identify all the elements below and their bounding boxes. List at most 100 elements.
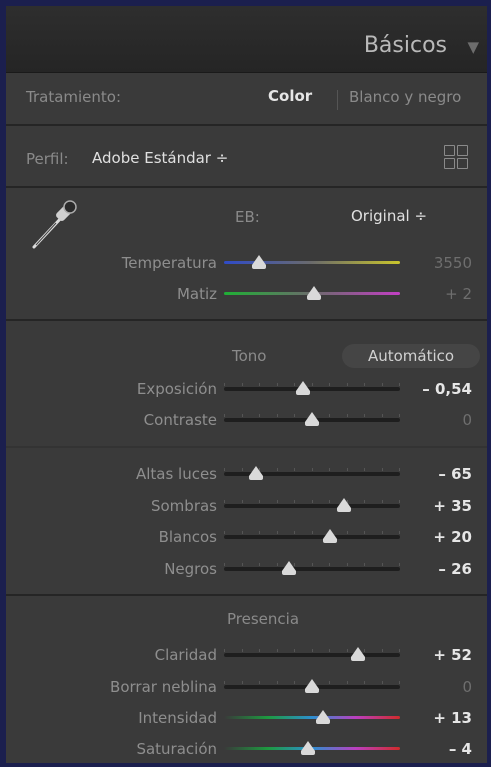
slider-matiz[interactable]: Matiz + 2 — [6, 281, 487, 307]
slider-tick — [364, 563, 365, 566]
section-divider — [6, 124, 487, 126]
profile-browser-grid-icon[interactable] — [444, 145, 468, 169]
vibrance-gradient-track[interactable] — [224, 716, 400, 719]
slider-tick — [329, 649, 330, 652]
slider-borrar-neblina[interactable]: Borrar neblina 0 — [6, 674, 487, 700]
slider-tick — [294, 468, 295, 471]
wb-dropdown[interactable]: Original ÷ — [351, 207, 427, 225]
slider-label: Matiz — [176, 285, 217, 303]
slider-thumb[interactable] — [252, 255, 267, 269]
treatment-color-button[interactable]: Color — [268, 87, 312, 105]
slider-tick — [399, 468, 400, 471]
slider-value[interactable]: + 13 — [412, 709, 472, 727]
slider-label: Exposición — [136, 380, 217, 398]
slider-tick — [276, 383, 278, 386]
slider-value[interactable]: + 20 — [412, 528, 472, 546]
slider-tick — [224, 500, 225, 503]
slider-thumb[interactable] — [296, 381, 311, 395]
slider-tick — [346, 383, 348, 386]
slider-value[interactable]: – 26 — [412, 560, 472, 578]
slider-blancos[interactable]: Blancos + 20 — [6, 524, 487, 550]
slider-thumb[interactable] — [322, 529, 337, 543]
slider-tick — [311, 531, 313, 534]
slider-tick — [294, 681, 295, 684]
collapse-triangle-icon[interactable]: ▼ — [467, 38, 479, 56]
slider-tick — [311, 383, 313, 386]
slider-thumb[interactable] — [301, 741, 316, 755]
slider-tick — [224, 531, 225, 534]
panel-header[interactable]: Básicos ▼ — [6, 6, 487, 73]
slider-label: Temperatura — [121, 254, 217, 272]
slider-label: Intensidad — [138, 709, 217, 727]
slider-value[interactable]: 3550 — [412, 254, 472, 272]
profile-dropdown[interactable]: Adobe Estándar ÷ — [92, 149, 228, 167]
slider-track[interactable] — [224, 567, 400, 571]
section-divider — [6, 594, 487, 596]
slider-tick — [329, 681, 330, 684]
slider-tick — [311, 649, 313, 652]
slider-tick — [399, 383, 400, 386]
slider-tick — [294, 383, 295, 386]
eyedropper-icon[interactable] — [26, 195, 86, 255]
slider-sombras[interactable]: Sombras + 35 — [6, 493, 487, 519]
slider-tick — [276, 649, 278, 652]
temperature-gradient-track[interactable] — [224, 261, 400, 264]
slider-value[interactable]: – 4 — [412, 740, 472, 758]
slider-tick — [329, 468, 330, 471]
slider-tick — [346, 649, 348, 652]
slider-tick — [241, 383, 243, 386]
basic-panel: Básicos ▼ Tratamiento: Color Blanco y ne… — [6, 6, 487, 763]
slider-tick — [294, 531, 295, 534]
section-divider — [6, 186, 487, 188]
slider-saturacion[interactable]: Saturación – 4 — [6, 736, 487, 762]
slider-tick — [329, 500, 330, 503]
slider-track[interactable] — [224, 535, 400, 539]
slider-tick — [399, 500, 400, 503]
slider-negros[interactable]: Negros – 26 — [6, 556, 487, 582]
slider-tick — [241, 563, 243, 566]
slider-tick — [241, 468, 243, 471]
slider-thumb[interactable] — [315, 710, 330, 724]
slider-tick — [224, 414, 225, 417]
slider-altas-luces[interactable]: Altas luces – 65 — [6, 461, 487, 487]
slider-label: Altas luces — [135, 465, 217, 483]
slider-value[interactable]: – 65 — [412, 465, 472, 483]
profile-label: Perfil: — [26, 150, 69, 168]
slider-value[interactable]: + 35 — [412, 497, 472, 515]
slider-thumb[interactable] — [305, 412, 319, 426]
slider-thumb[interactable] — [282, 561, 297, 575]
slider-value[interactable]: 0 — [412, 678, 472, 696]
slider-thumb[interactable] — [305, 679, 319, 693]
slider-thumb[interactable] — [306, 286, 321, 300]
slider-track[interactable] — [224, 387, 400, 391]
slider-contraste[interactable]: Contraste 0 — [6, 407, 487, 433]
slider-value[interactable]: + 52 — [412, 646, 472, 664]
slider-tick — [381, 383, 383, 386]
slider-tick — [399, 563, 400, 566]
section-divider — [6, 319, 487, 321]
slider-tick — [241, 414, 243, 417]
slider-tick — [241, 531, 243, 534]
slider-tick — [276, 468, 278, 471]
slider-value[interactable]: – 0,54 — [412, 380, 472, 398]
slider-tick — [241, 681, 243, 684]
slider-exposicion[interactable]: Exposición – 0,54 — [6, 376, 487, 402]
slider-track[interactable] — [224, 504, 400, 508]
auto-tone-button[interactable]: Automático — [342, 344, 480, 368]
slider-tick — [224, 681, 225, 684]
slider-tick — [381, 681, 383, 684]
slider-claridad[interactable]: Claridad + 52 — [6, 642, 487, 668]
slider-temperatura[interactable]: Temperatura 3550 — [6, 250, 487, 276]
slider-tick — [364, 531, 365, 534]
slider-tick — [224, 383, 225, 386]
slider-track[interactable] — [224, 653, 400, 657]
slider-intensidad[interactable]: Intensidad + 13 — [6, 705, 487, 731]
slider-thumb[interactable] — [336, 498, 351, 512]
slider-tick — [346, 468, 348, 471]
slider-thumb[interactable] — [248, 466, 263, 480]
slider-value[interactable]: + 2 — [412, 285, 472, 303]
treatment-bw-button[interactable]: Blanco y negro — [349, 88, 461, 106]
slider-tick — [294, 414, 295, 417]
slider-value[interactable]: 0 — [412, 411, 472, 429]
slider-thumb[interactable] — [350, 647, 365, 661]
